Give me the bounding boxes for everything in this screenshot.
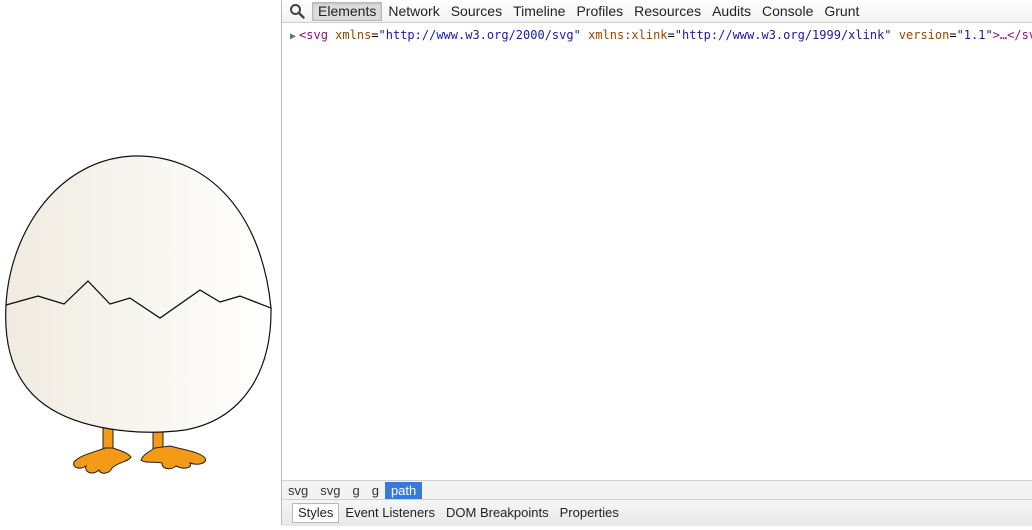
breadcrumb-item-svg[interactable]: svg: [282, 482, 314, 500]
breadcrumb-item-svg[interactable]: svg: [314, 482, 346, 500]
devtools-panel: Elements Network Sources Timeline Profil…: [281, 0, 1032, 526]
attr-name: xmlns:xlink: [588, 28, 668, 42]
breadcrumb-item-g[interactable]: g: [366, 482, 385, 500]
devtools-toolbar: Elements Network Sources Timeline Profil…: [282, 0, 1032, 23]
tab-elements[interactable]: Elements: [312, 1, 383, 21]
tab-event-listeners[interactable]: Event Listeners: [340, 503, 440, 523]
tab-timeline[interactable]: Timeline: [508, 2, 570, 21]
attr-name: xmlns: [335, 28, 372, 42]
tab-properties[interactable]: Properties: [555, 503, 624, 523]
expand-triangle-icon[interactable]: ▶: [290, 31, 296, 42]
tab-grunt[interactable]: Grunt: [819, 2, 864, 21]
breadcrumb: svg svg g g path: [282, 480, 1032, 500]
tab-network[interactable]: Network: [383, 2, 444, 21]
attr-name: version: [898, 28, 950, 42]
dom-tree-node-svg[interactable]: ▶ <svg xmlns="http://www.w3.org/2000/svg"…: [290, 28, 1032, 42]
attr-value: "http://www.w3.org/1999/xlink": [674, 28, 892, 42]
tab-profiles[interactable]: Profiles: [571, 2, 628, 21]
tab-resources[interactable]: Resources: [629, 2, 706, 21]
tab-console[interactable]: Console: [757, 2, 818, 21]
attr-value: "http://www.w3.org/2000/svg": [378, 28, 581, 42]
magnifier-icon[interactable]: [282, 0, 312, 22]
tab-audits[interactable]: Audits: [707, 2, 756, 21]
sidebar-tabs: Styles Event Listeners DOM Breakpoints P…: [282, 499, 1032, 526]
tag-close: >…</svg>: [992, 28, 1032, 42]
tab-styles[interactable]: Styles: [292, 503, 340, 523]
tag-open: <svg: [299, 28, 328, 42]
page-viewport: [0, 0, 281, 525]
egg-chick-illustration: [5, 155, 272, 474]
attr-value: "1.1": [956, 28, 993, 42]
tab-sources[interactable]: Sources: [446, 2, 507, 21]
tab-dom-breakpoints[interactable]: DOM Breakpoints: [441, 503, 554, 523]
breadcrumb-item-g[interactable]: g: [346, 482, 365, 500]
breadcrumb-item-path[interactable]: path: [384, 481, 423, 500]
egg-top-shell: [5, 155, 272, 319]
dom-tree: ▶ <svg xmlns="http://www.w3.org/2000/svg"…: [282, 22, 1032, 481]
